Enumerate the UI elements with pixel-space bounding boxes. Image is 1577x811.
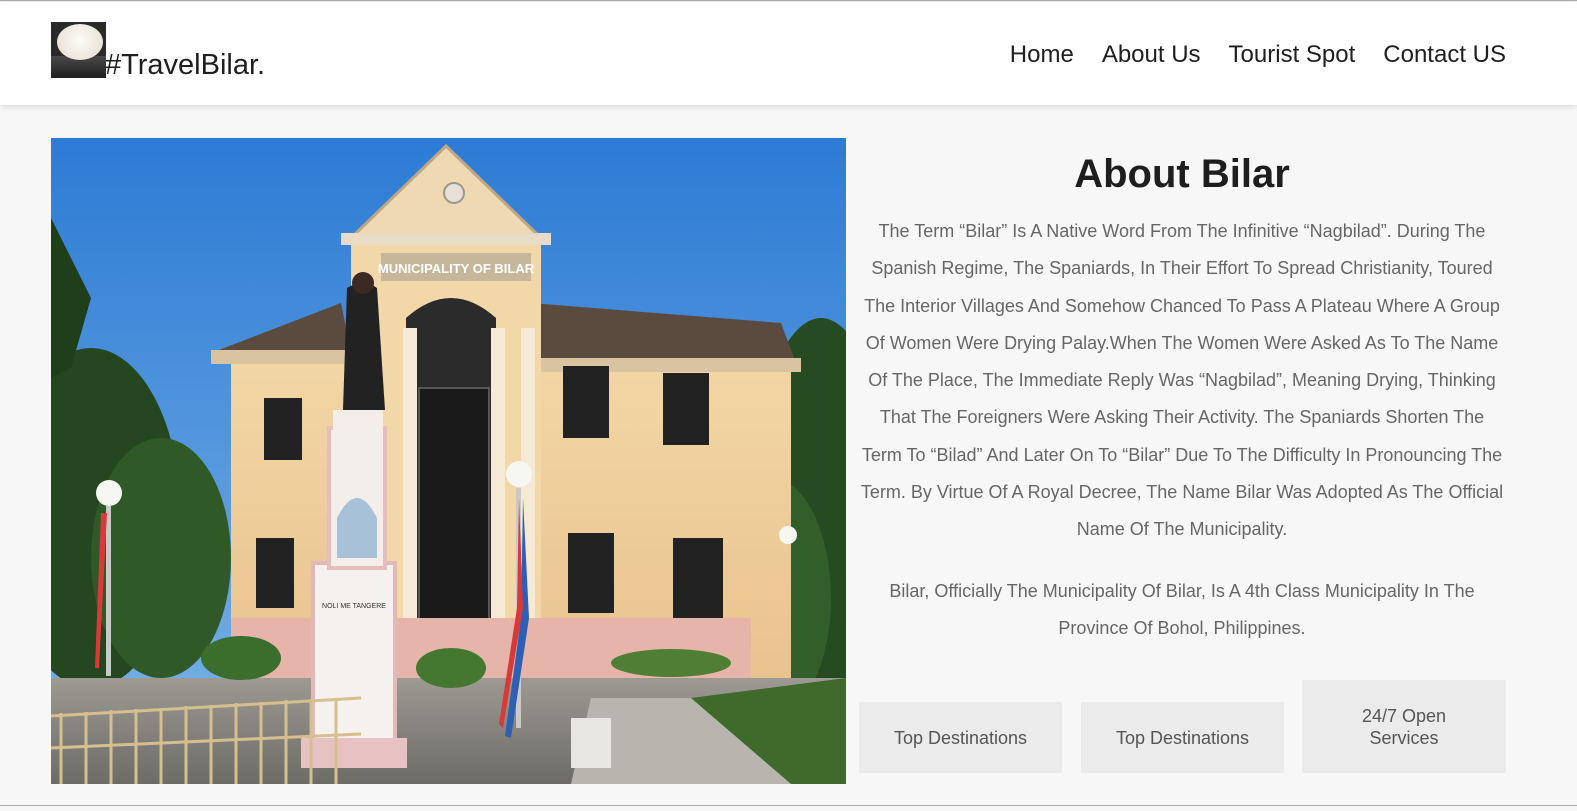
- card-top-destinations-2[interactable]: Top Destinations: [1081, 702, 1284, 773]
- feature-cards: Top Destinations Top Destinations 24/7 O…: [859, 680, 1507, 774]
- building-sign: MUNICIPALITY OF BILAR: [378, 261, 535, 276]
- about-title: About Bilar: [1074, 152, 1290, 196]
- brand-name[interactable]: #TravelBilar.: [105, 51, 265, 80]
- about-section: About Bilar The Term “Bilar” Is A Native…: [858, 138, 1506, 647]
- brand-logo[interactable]: #TravelBilar.: [51, 22, 265, 80]
- monument-plaque: NOLI ME TANGERE: [322, 603, 386, 610]
- page-bottom-divider: [0, 805, 1577, 806]
- card-top-destinations[interactable]: Top Destinations: [859, 702, 1062, 773]
- site-header: #TravelBilar. Home About Us Tourist Spot…: [0, 2, 1577, 105]
- card-open-services-label: 24/7 Open Services: [1361, 705, 1447, 748]
- nav-home-link[interactable]: Home: [1010, 41, 1074, 69]
- nav-contact-us-link[interactable]: Contact US: [1383, 41, 1506, 69]
- about-paragraph-history: The Term “Bilar” Is A Native Word From T…: [860, 221, 1504, 540]
- nav-tourist-spot-link[interactable]: Tourist Spot: [1229, 41, 1356, 69]
- bilar-hat-logo-icon: [51, 22, 106, 78]
- about-paragraph-overview: Bilar, Officially The Municipality Of Bi…: [889, 580, 1475, 638]
- main-nav: Home About Us Tourist Spot Contact US: [1010, 41, 1506, 69]
- municipal-hall-photo: MUNICIPALITY OF BILAR NOLI ME TANGERE: [51, 138, 846, 784]
- nav-about-us-link[interactable]: About Us: [1102, 41, 1201, 69]
- card-open-services[interactable]: 24/7 Open Services: [1302, 680, 1506, 773]
